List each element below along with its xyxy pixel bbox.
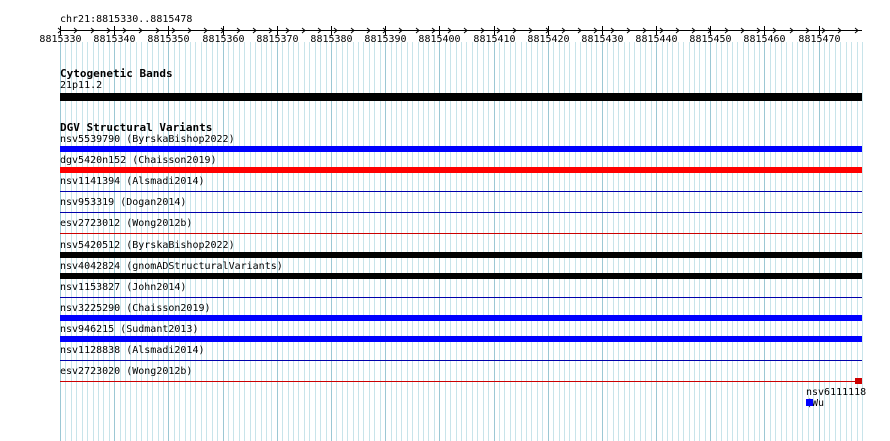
dgv-feature-label[interactable]: nsv953319 (Dogan2014) [60,197,186,208]
ruler-tick-label: 8815430 [581,34,624,45]
ruler-tick-label: 8815450 [689,34,732,45]
dgv-feature-bar[interactable] [60,212,862,213]
ruler-tick-label: 8815390 [364,34,407,45]
dgv-feature-end-box[interactable] [855,378,862,384]
dgv-feature-bar[interactable] [60,315,862,321]
dgv-feature-bar[interactable] [60,233,862,234]
dgv-feature-bar[interactable] [60,146,862,152]
dgv-feature-label[interactable]: nsv5420512 (ByrskaBishop2022) [60,240,235,251]
ruler-tick-label: 8815440 [635,34,678,45]
dgv-feature-label[interactable]: esv2723012 (Wong2012b) [60,218,192,229]
ruler-tick-label: 8815460 [743,34,786,45]
dgv-feature-label[interactable]: nsv5539790 (ByrskaBishop2022) [60,134,235,145]
ruler-tick-label: 8815350 [147,34,190,45]
cytoband-bar[interactable] [60,93,862,101]
dgv-extra-feature-glyph[interactable] [806,399,813,406]
dgv-feature-bar[interactable] [60,191,862,192]
dgv-feature-label[interactable]: nsv1128838 (Alsmadi2014) [60,345,205,356]
dgv-feature-bar[interactable] [60,381,862,382]
ruler-tick-label: 8815420 [527,34,570,45]
ruler-tick-label: 8815400 [418,34,461,45]
dgv-feature-label[interactable]: nsv3225290 (Chaisson2019) [60,303,211,314]
dgv-track-title: DGV Structural Variants [60,121,213,134]
ruler-tick-label: 8815380 [310,34,353,45]
dgv-feature-label[interactable]: nsv4042824 (gnomADStructuralVariants) [60,261,283,272]
dgv-feature-bar[interactable] [60,273,862,279]
dgv-feature-label[interactable]: nsv946215 (Sudmant2013) [60,324,198,335]
dgv-feature-label[interactable]: dgv5420n152 (Chaisson2019) [60,155,217,166]
ruler[interactable] [0,0,890,60]
dgv-feature-bar[interactable] [60,336,862,342]
ruler-tick-label: 8815360 [202,34,245,45]
dgv-feature-bar[interactable] [60,252,862,258]
dgv-feature-bar[interactable] [60,297,862,298]
dgv-extra-feature-label[interactable]: nsv6111118 (Wu [806,387,890,409]
dgv-feature-label[interactable]: nsv1153827 (John2014) [60,282,186,293]
cytoband-track-title: Cytogenetic Bands [60,67,173,80]
ruler-tick-label: 8815330 [39,34,82,45]
ruler-tick-label: 8815470 [798,34,841,45]
ruler-tick-label: 8815370 [256,34,299,45]
dgv-feature-bar[interactable] [60,360,862,361]
dgv-feature-label[interactable]: esv2723020 (Wong2012b) [60,366,192,377]
dgv-feature-label[interactable]: nsv1141394 (Alsmadi2014) [60,176,205,187]
dgv-feature-bar[interactable] [60,167,862,173]
cytoband-label: 21p11.2 [60,80,103,91]
ruler-tick-label: 8815340 [93,34,136,45]
ruler-tick-label: 8815410 [473,34,516,45]
